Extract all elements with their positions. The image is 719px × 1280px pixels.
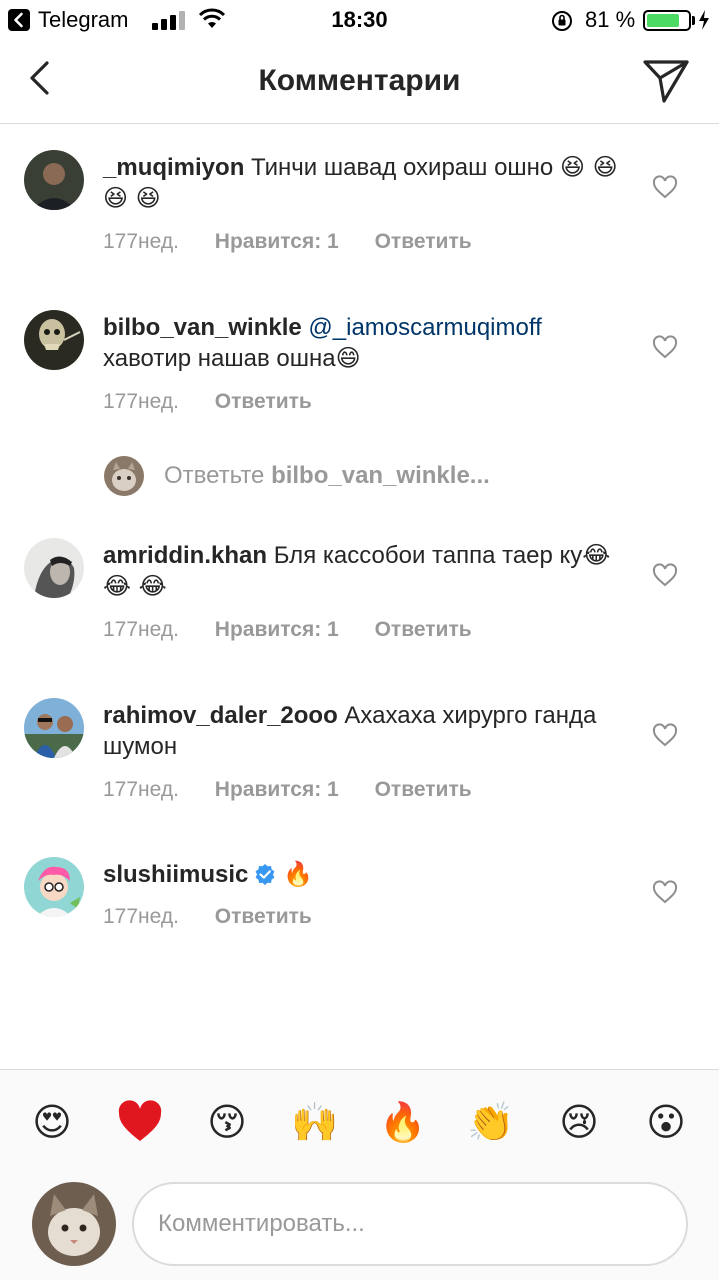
emoji-clapping[interactable]: 👏 — [467, 1098, 515, 1146]
avatar[interactable] — [24, 857, 84, 917]
heart-icon[interactable] — [652, 880, 678, 904]
comment-text: rahimov_daler_2ooo Ахахаха хирурго ганда… — [103, 700, 623, 762]
comment-meta: 177нед. Нравится: 1 Ответить — [103, 778, 502, 802]
quick-emoji-bar: 😍 😚 🙌 🔥 👏 😢 😮 — [0, 1070, 719, 1174]
reply-prompt-username: bilbo_van_winkle... — [271, 462, 490, 489]
comment-emoji: 😄 — [335, 344, 361, 372]
comment-message: хавотир нашав ошна — [103, 345, 336, 372]
page-title: Комментарии — [258, 64, 461, 97]
current-user-avatar — [32, 1182, 116, 1266]
emoji-heart-eyes[interactable]: 😍 — [28, 1098, 76, 1146]
comment-text: bilbo_van_winkle @_iamoscarmuqimoff хаво… — [103, 312, 623, 374]
avatar[interactable] — [24, 538, 84, 598]
comment-text: _muqimiyon Тинчи шавад охираш ошно 😆 😆 😆… — [103, 152, 623, 214]
verified-badge-icon — [255, 864, 275, 885]
heart-icon[interactable] — [652, 175, 678, 199]
comment-time: 177нед. — [103, 230, 179, 253]
chevron-left-icon — [30, 61, 49, 95]
comment-likes[interactable]: Нравится: 1 — [215, 618, 339, 642]
avatar[interactable] — [24, 150, 84, 210]
avatar[interactable] — [24, 310, 84, 370]
comment-emoji: 🔥 — [283, 860, 313, 888]
comment-composer: 😍 😚 🙌 🔥 👏 😢 😮 — [0, 1069, 719, 1280]
comment-likes[interactable]: Нравится: 1 — [215, 230, 339, 254]
comment-username[interactable]: slushiimusic — [103, 861, 248, 888]
comment-meta: 177нед. Нравится: 1 Ответить — [103, 230, 502, 254]
comment-meta: 177нед. Ответить — [103, 905, 342, 929]
comment-username[interactable]: amriddin.khan — [103, 542, 267, 569]
comment-likes[interactable]: Нравится: 1 — [215, 778, 339, 802]
comment-text: slushiimusic 🔥 — [103, 859, 623, 890]
comment-meta: 177нед. Ответить — [103, 390, 342, 414]
comment-username[interactable]: _muqimiyon — [103, 154, 244, 181]
share-button[interactable] — [640, 54, 692, 106]
status-bar: Telegram 18:30 81 % — [0, 0, 719, 40]
battery-percent: 81 % — [585, 7, 636, 32]
heart-icon[interactable] — [652, 563, 678, 587]
reply-button[interactable]: Ответить — [375, 778, 472, 802]
red-heart-icon — [118, 1100, 162, 1141]
avatar — [104, 456, 144, 496]
battery-fill — [647, 14, 679, 27]
emoji-fire[interactable]: 🔥 — [379, 1098, 427, 1146]
battery-icon — [643, 10, 691, 31]
navigation-bar: Комментарии — [0, 40, 719, 124]
battery-tip — [692, 16, 695, 25]
heart-icon[interactable] — [652, 335, 678, 359]
comment-time: 177нед. — [103, 905, 179, 928]
comment-message: Бля кассобои таппа таер ку — [273, 542, 583, 569]
comment-time: 177нед. — [103, 618, 179, 641]
emoji-red-heart[interactable] — [116, 1098, 164, 1146]
reply-button[interactable]: Ответить — [375, 618, 472, 642]
comment-mention[interactable]: @_iamoscarmuqimoff — [308, 314, 541, 341]
avatar[interactable] — [24, 698, 84, 758]
reply-prompt-text: Ответьте bilbo_van_winkle... — [164, 462, 490, 490]
heart-icon[interactable] — [652, 723, 678, 747]
comment-message: Тинчи шавад охираш ошно — [251, 154, 554, 181]
comment-meta: 177нед. Нравится: 1 Ответить — [103, 618, 502, 642]
paper-plane-icon — [643, 60, 689, 103]
comment-username[interactable]: rahimov_daler_2ooo — [103, 702, 338, 729]
comment-text: amriddin.khan Бля кассобои таппа таер ку… — [103, 540, 623, 602]
comment-time: 177нед. — [103, 390, 179, 413]
reply-button[interactable]: Ответить — [215, 905, 312, 929]
emoji-surprised[interactable]: 😮 — [642, 1098, 690, 1146]
emoji-raised-hands[interactable]: 🙌 — [291, 1098, 339, 1146]
emoji-kissing[interactable]: 😚 — [203, 1098, 251, 1146]
emoji-crying[interactable]: 😢 — [555, 1098, 603, 1146]
comment-input[interactable] — [132, 1182, 688, 1266]
charging-bolt-icon — [699, 10, 709, 30]
reply-prompt-prefix: Ответьте — [164, 462, 265, 489]
reply-button[interactable]: Ответить — [375, 230, 472, 254]
back-button[interactable] — [22, 58, 62, 98]
orientation-lock-icon — [552, 11, 572, 31]
reply-button[interactable]: Ответить — [215, 390, 312, 414]
comment-time: 177нед. — [103, 778, 179, 801]
comment-username[interactable]: bilbo_van_winkle — [103, 314, 302, 341]
